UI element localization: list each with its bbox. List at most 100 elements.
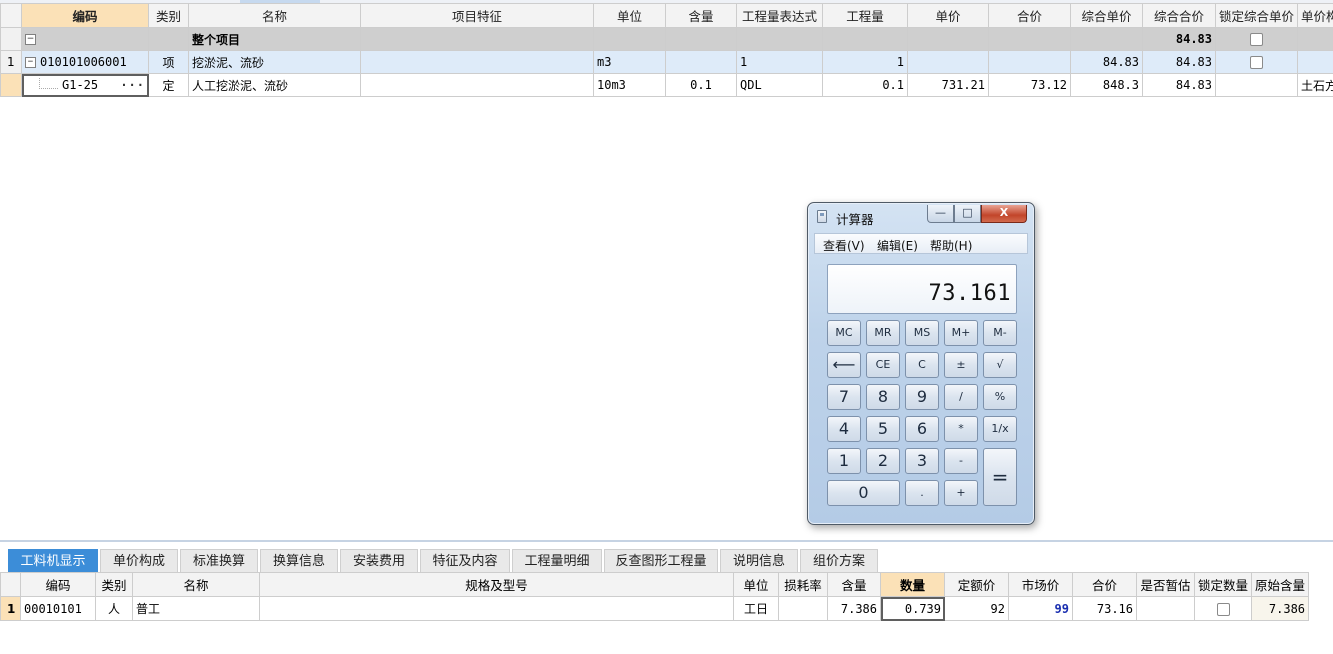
menu-edit[interactable]: 编辑(E)	[877, 237, 918, 254]
collapse-icon[interactable]: −	[25, 34, 36, 45]
comp-price-cell[interactable]: 848.3	[1070, 73, 1143, 97]
table-row[interactable]: 1 00010101 人 普工 工日 7.386 0.739 92 99 73.…	[0, 596, 1310, 621]
digit-8-button[interactable]: 8	[866, 384, 900, 410]
table-row-group[interactable]: − 整个项目 84.83	[0, 27, 1333, 51]
file-cell[interactable]: 土石方工程	[1297, 73, 1333, 97]
lock-qty-cell[interactable]	[1193, 596, 1253, 621]
header-content[interactable]: 含量	[827, 572, 881, 597]
digit-3-button[interactable]: 3	[905, 448, 939, 474]
loss-rate-cell[interactable]	[778, 596, 828, 621]
comp-total-cell[interactable]: 84.83	[1142, 50, 1216, 74]
header-orig-content[interactable]: 原始含量	[1251, 572, 1310, 597]
total-cell[interactable]	[988, 27, 1071, 51]
header-total[interactable]: 合价	[988, 3, 1071, 28]
code-cell[interactable]: −010101006001	[21, 50, 149, 74]
lock-cell[interactable]	[1215, 73, 1298, 97]
mc-button[interactable]: MC	[827, 320, 861, 346]
total-cell[interactable]	[988, 50, 1071, 74]
tab-pricing-scheme[interactable]: 组价方案	[800, 549, 878, 573]
reciprocal-button[interactable]: 1/x	[983, 416, 1017, 442]
header-type[interactable]: 类别	[95, 572, 133, 597]
mr-button[interactable]: MR	[866, 320, 900, 346]
header-type[interactable]: 类别	[148, 3, 189, 28]
minimize-button[interactable]: —	[927, 205, 954, 223]
header-price[interactable]: 单价	[907, 3, 989, 28]
lock-cell[interactable]	[1215, 27, 1298, 51]
feature-cell[interactable]	[360, 27, 594, 51]
multiply-button[interactable]: *	[944, 416, 978, 442]
header-code[interactable]: 编码	[20, 572, 96, 597]
tab-install-fee[interactable]: 安装费用	[340, 549, 418, 573]
header-comp-price[interactable]: 综合单价	[1070, 3, 1143, 28]
table-row-item[interactable]: 1 −010101006001 项 挖淤泥、流砂 m3 1 1 84.83 84…	[0, 50, 1333, 74]
quantity-cell[interactable]: 0.1	[822, 73, 908, 97]
header-spec[interactable]: 规格及型号	[259, 572, 734, 597]
quantity-cell[interactable]: 1	[822, 50, 908, 74]
close-button[interactable]: X	[981, 205, 1027, 223]
digit-9-button[interactable]: 9	[905, 384, 939, 410]
lock-cell[interactable]	[1215, 50, 1298, 74]
type-cell[interactable]	[148, 27, 189, 51]
menu-help[interactable]: 帮助(H)	[930, 237, 972, 254]
header-feature[interactable]: 项目特征	[360, 3, 594, 28]
digit-0-button[interactable]: 0	[827, 480, 900, 506]
percent-button[interactable]: %	[983, 384, 1017, 410]
code-cell[interactable]: 00010101	[20, 596, 96, 621]
total-cell[interactable]: 73.16	[1072, 596, 1137, 621]
tab-standard-conversion[interactable]: 标准换算	[180, 549, 258, 573]
tab-material-display[interactable]: 工料机显示	[8, 549, 98, 573]
header-name[interactable]: 名称	[188, 3, 361, 28]
code-cell[interactable]: −	[21, 27, 149, 51]
estimate-cell[interactable]	[1136, 596, 1195, 621]
digit-4-button[interactable]: 4	[827, 416, 861, 442]
tab-price-composition[interactable]: 单价构成	[100, 549, 178, 573]
header-quantity[interactable]: 数量	[880, 572, 945, 597]
name-cell[interactable]: 整个项目	[188, 27, 361, 51]
price-cell[interactable]	[907, 27, 989, 51]
header-total[interactable]: 合价	[1072, 572, 1137, 597]
sqrt-button[interactable]: √	[983, 352, 1017, 378]
tab-description[interactable]: 说明信息	[720, 549, 798, 573]
m-plus-button[interactable]: M+	[944, 320, 978, 346]
digit-5-button[interactable]: 5	[866, 416, 900, 442]
content-cell[interactable]: 7.386	[827, 596, 881, 621]
name-cell[interactable]: 普工	[132, 596, 260, 621]
calculator-window[interactable]: 计算器 — □ X 查看(V) 编辑(E) 帮助(H) 73.161 MC MR…	[807, 202, 1035, 525]
header-code[interactable]: 编码	[21, 3, 149, 28]
name-cell[interactable]: 人工挖淤泥、流砂	[188, 73, 361, 97]
expression-cell[interactable]: 1	[736, 50, 823, 74]
header-lock-qty[interactable]: 锁定数量	[1193, 572, 1253, 597]
digit-1-button[interactable]: 1	[827, 448, 861, 474]
comp-price-cell[interactable]: 84.83	[1070, 50, 1143, 74]
orig-content-cell[interactable]: 7.386	[1251, 596, 1310, 621]
spec-cell[interactable]	[259, 596, 734, 621]
lock-qty-checkbox[interactable]	[1216, 602, 1230, 616]
unit-cell[interactable]: 工日	[733, 596, 779, 621]
tab-features[interactable]: 特征及内容	[420, 549, 510, 573]
header-content[interactable]: 含量	[665, 3, 737, 28]
equals-button[interactable]: =	[983, 448, 1017, 506]
header-name[interactable]: 名称	[132, 572, 260, 597]
subtract-button[interactable]: -	[944, 448, 978, 474]
ms-button[interactable]: MS	[905, 320, 939, 346]
digit-6-button[interactable]: 6	[905, 416, 939, 442]
type-cell[interactable]: 项	[148, 50, 189, 74]
quantity-cell[interactable]	[822, 27, 908, 51]
code-cell[interactable]: G1-25 ···	[21, 73, 149, 97]
file-cell[interactable]	[1297, 27, 1333, 51]
calculator-titlebar[interactable]: 计算器 — □ X	[808, 203, 1034, 229]
header-quantity[interactable]: 工程量	[822, 3, 908, 28]
market-price-cell[interactable]: 99	[1008, 596, 1073, 621]
file-cell[interactable]	[1297, 50, 1333, 74]
tab-conversion-info[interactable]: 换算信息	[260, 549, 338, 573]
add-button[interactable]: +	[944, 480, 978, 506]
header-comp-total[interactable]: 综合合价	[1142, 3, 1216, 28]
divide-button[interactable]: /	[944, 384, 978, 410]
menu-view[interactable]: 查看(V)	[823, 237, 865, 254]
ce-button[interactable]: CE	[866, 352, 900, 378]
type-cell[interactable]: 定	[148, 73, 189, 97]
price-cell[interactable]: 731.21	[907, 73, 989, 97]
header-fixed-price[interactable]: 定额价	[944, 572, 1009, 597]
quantity-cell[interactable]: 0.739	[880, 596, 945, 621]
maximize-button[interactable]: □	[954, 205, 981, 223]
